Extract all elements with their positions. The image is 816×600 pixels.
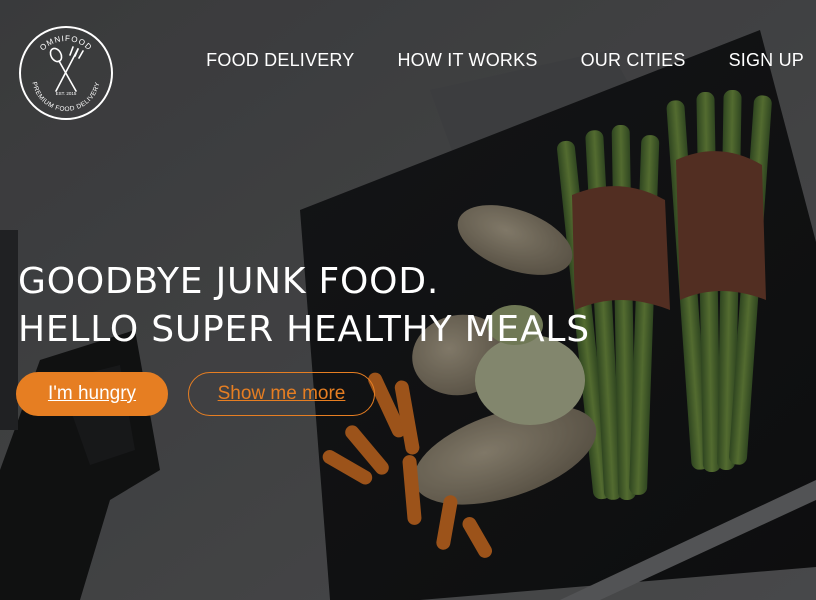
nav-item-sign-up[interactable]: SIGN UP xyxy=(729,48,804,72)
logo-est-text: EST. 2015 xyxy=(56,91,77,96)
svg-text:PREMIUM FOOD DELIVERY: PREMIUM FOOD DELIVERY xyxy=(30,81,101,113)
im-hungry-button[interactable]: I'm hungry xyxy=(16,372,168,416)
logo-brand-text: OMNIFOOD xyxy=(38,34,93,53)
svg-text:OMNIFOOD: OMNIFOOD xyxy=(38,34,94,53)
nav-item-how-it-works[interactable]: HOW IT WORKS xyxy=(397,48,537,72)
main-navigation: FOOD DELIVERY HOW IT WORKS OUR CITIES SI… xyxy=(163,48,804,72)
hero-section: OMNIFOOD PREMIUM FOOD DELIVERY EST. 2015… xyxy=(0,0,816,600)
hero-headline-line-2: HELLO SUPER HEALTHY MEALS xyxy=(18,309,590,350)
hero-headline: GOODBYE JUNK FOOD. HELLO SUPER HEALTHY M… xyxy=(18,258,590,354)
nav-item-our-cities[interactable]: OUR CITIES xyxy=(581,48,686,72)
nav-item-food-delivery[interactable]: FOOD DELIVERY xyxy=(206,48,354,72)
logo-tagline-text: PREMIUM FOOD DELIVERY xyxy=(30,81,101,113)
show-me-more-button[interactable]: Show me more xyxy=(188,372,375,416)
omnifood-logo[interactable]: OMNIFOOD PREMIUM FOOD DELIVERY EST. 2015 xyxy=(18,25,114,121)
fork-and-spoon-icon xyxy=(49,46,84,92)
hero-headline-line-1: GOODBYE JUNK FOOD. xyxy=(18,261,440,302)
